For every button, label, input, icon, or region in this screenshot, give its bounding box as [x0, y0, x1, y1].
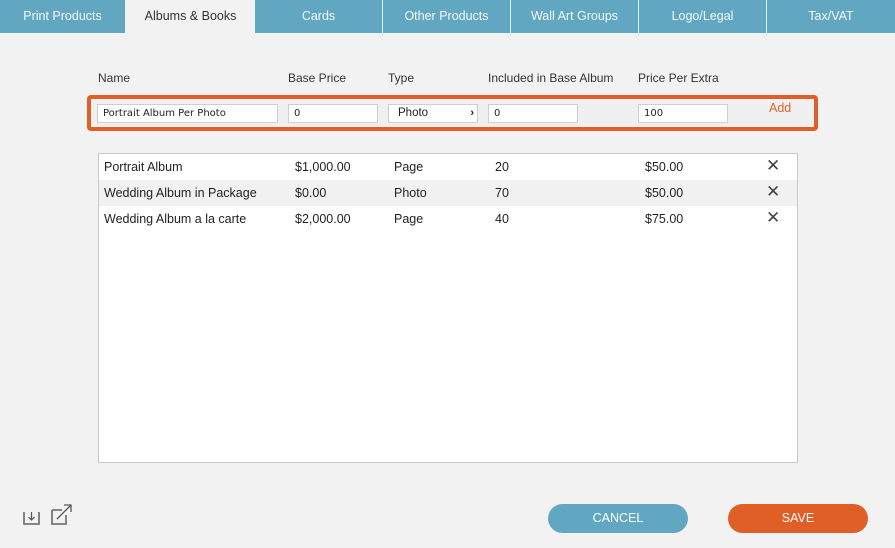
album-included: 20 — [495, 160, 509, 174]
tab-tax-vat[interactable]: Tax/VAT — [767, 0, 895, 33]
album-name: Wedding Album in Package — [104, 186, 257, 200]
tab-logo-legal[interactable]: Logo/Legal — [639, 0, 767, 33]
album-included: 40 — [495, 212, 509, 226]
type-select[interactable]: Photo › — [388, 104, 478, 123]
header-type: Type — [388, 71, 415, 85]
delete-icon[interactable]: ✕ — [766, 183, 780, 201]
album-base-price: $1,000.00 — [295, 160, 351, 174]
new-album-form: Photo › Add — [87, 95, 818, 131]
album-included: 70 — [495, 186, 509, 200]
album-type: Photo — [394, 186, 427, 200]
price-per-extra-input[interactable] — [638, 104, 728, 123]
album-base-price: $2,000.00 — [295, 212, 351, 226]
table-row[interactable]: Portrait Album $1,000.00 Page 20 $50.00 … — [99, 154, 797, 180]
header-included: Included in Base Album — [488, 71, 614, 85]
delete-icon[interactable]: ✕ — [766, 209, 780, 227]
save-button[interactable]: SAVE — [728, 504, 868, 533]
album-type: Page — [394, 160, 424, 174]
tab-bar: Print Products Albums & Books Cards Othe… — [0, 0, 895, 33]
type-select-value: Photo — [398, 107, 429, 119]
base-price-input[interactable] — [288, 104, 378, 123]
column-headers: Name Base Price Type Included in Base Al… — [0, 71, 895, 85]
album-name: Wedding Album a la carte — [104, 212, 247, 226]
header-base-price: Base Price — [288, 71, 347, 85]
included-input[interactable] — [488, 104, 578, 123]
add-button[interactable]: Add — [769, 101, 791, 115]
album-name: Portrait Album — [104, 160, 183, 174]
album-price-per-extra: $75.00 — [645, 212, 684, 226]
tab-print-products[interactable]: Print Products — [0, 0, 126, 33]
album-base-price: $0.00 — [295, 186, 327, 200]
album-list: Portrait Album $1,000.00 Page 20 $50.00 … — [98, 153, 798, 463]
tab-wall-art-groups[interactable]: Wall Art Groups — [511, 0, 639, 33]
header-name: Name — [98, 71, 131, 85]
album-type: Page — [394, 212, 424, 226]
album-price-per-extra: $50.00 — [645, 186, 684, 200]
delete-icon[interactable]: ✕ — [766, 157, 780, 175]
album-price-per-extra: $50.00 — [645, 160, 684, 174]
chevron-right-icon: › — [470, 107, 474, 119]
header-price-per-extra: Price Per Extra — [638, 71, 719, 85]
tab-albums-books[interactable]: Albums & Books — [126, 0, 255, 33]
name-input[interactable] — [97, 104, 278, 123]
table-row[interactable]: Wedding Album in Package $0.00 Photo 70 … — [99, 180, 797, 206]
export-icon[interactable] — [50, 502, 74, 531]
tab-cards[interactable]: Cards — [255, 0, 383, 33]
import-icon[interactable] — [22, 504, 42, 531]
cancel-button[interactable]: CANCEL — [548, 504, 688, 533]
tab-other-products[interactable]: Other Products — [383, 0, 511, 33]
table-row[interactable]: Wedding Album a la carte $2,000.00 Page … — [99, 206, 797, 232]
